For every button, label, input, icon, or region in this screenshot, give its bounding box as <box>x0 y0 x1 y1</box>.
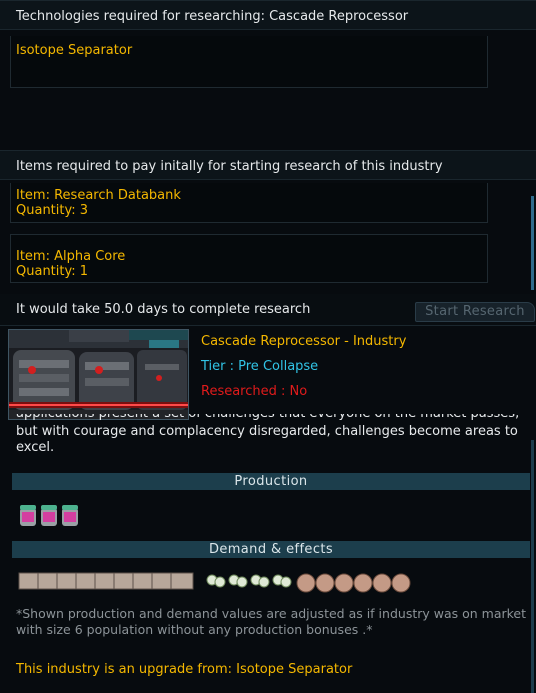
research-panel: Technologies required for researching: C… <box>0 0 536 693</box>
industry-description: applications present a set of challenges… <box>16 414 521 456</box>
items-requirements-title: Items required to pay initally for start… <box>16 159 443 174</box>
start-research-button[interactable]: Start Research <box>415 302 535 322</box>
description-cut-line: applications present a set of challenges… <box>16 414 521 422</box>
production-header: Production <box>12 473 530 490</box>
items-requirements-header: Items required to pay initally for start… <box>0 150 536 180</box>
required-item-name: Item: Alpha Core <box>16 249 126 264</box>
required-item-quantity: Quantity: 1 <box>16 264 89 279</box>
description-scrollbar[interactable] <box>531 440 534 693</box>
scrollbar[interactable] <box>531 196 534 290</box>
tech-requirements-header: Technologies required for researching: C… <box>0 0 536 30</box>
description-text: but with courage and complacency disrega… <box>16 424 518 455</box>
tech-requirements-title: Technologies required for researching: C… <box>16 9 409 24</box>
industry-image <box>8 329 189 420</box>
industry-name: Cascade Reprocessor - Industry <box>201 334 407 349</box>
required-item-name: Item: Research Databank <box>16 188 181 203</box>
upgrade-source: This industry is an upgrade from: Isotop… <box>16 662 353 677</box>
production-note: *Shown production and demand values are … <box>16 606 527 637</box>
tech-requirement-box: Isotope Separator <box>10 36 488 88</box>
heavy-machinery-icon <box>18 572 194 590</box>
research-time-text: It would take 50.0 days to complete rese… <box>16 302 311 317</box>
required-item-box: Item: Research Databank Quantity: 3 <box>10 183 488 223</box>
industry-tier: Tier : Pre Collapse <box>201 359 319 374</box>
required-item-box: Item: Alpha Core Quantity: 1 <box>10 234 488 283</box>
demand-header: Demand & effects <box>12 541 530 558</box>
industry-researched-status: Researched : No <box>201 384 308 399</box>
industry-illustration <box>9 330 188 419</box>
tech-requirement-item: Isotope Separator <box>16 43 133 58</box>
demand-icons <box>18 568 416 596</box>
rare-metal-canister-icon <box>20 505 78 526</box>
production-icons <box>18 500 82 530</box>
organics-icon <box>206 574 292 588</box>
required-item-quantity: Quantity: 3 <box>16 203 89 218</box>
ore-sack-icon <box>296 573 411 593</box>
